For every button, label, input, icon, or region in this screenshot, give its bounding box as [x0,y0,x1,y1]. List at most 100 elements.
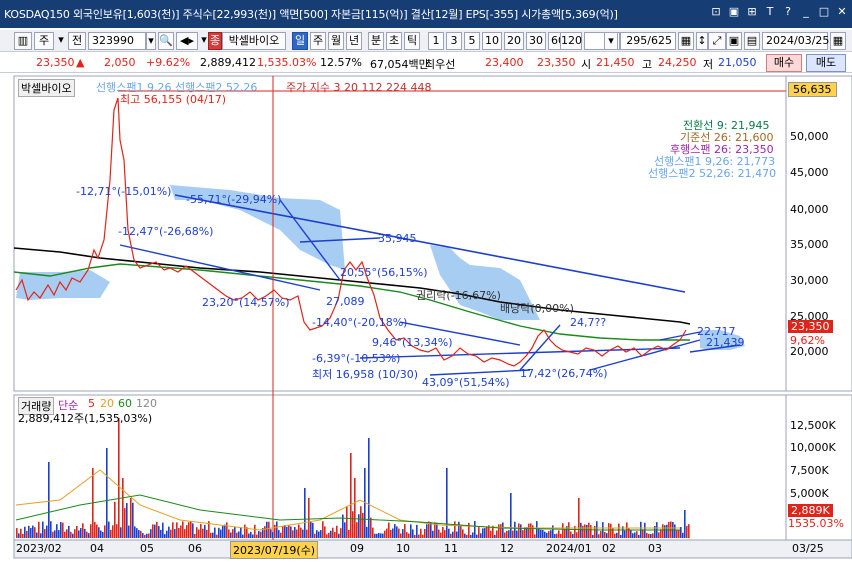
volume-bar [202,528,204,538]
volume-bar [542,529,544,538]
volume-bar [174,529,176,538]
volume-bar [686,526,688,538]
volume-bar [554,534,556,538]
x-label-03: 03 [648,542,662,555]
annotation-high: 최고 56,155 (04/17) [120,93,227,106]
volume-bar [302,529,304,538]
volume-bar [116,524,118,538]
volume-bar [380,533,382,538]
annotation-9: 배당락(0,00%) [500,302,574,315]
volume-bar [564,529,566,538]
volume-bar [338,533,340,538]
volume-bar [24,526,26,538]
volume-bar [162,522,164,538]
volume-bar [530,523,532,538]
volume-bar [546,532,548,538]
volume-bar [372,527,374,538]
volume-bar [238,531,240,538]
volume-bar [536,521,538,538]
volume-bar [684,510,686,538]
right-price-label: 23,350 [788,320,833,333]
volume-bar [236,532,238,538]
volume-bar [532,525,534,538]
annotation-10: -14,40°(-20,18%) [312,316,408,329]
volume-bar [580,522,582,538]
volume-bar [308,498,310,538]
volume-bar [388,522,390,538]
right-top-value: 56,635 [788,82,837,97]
volume-bar [550,530,552,538]
volume-bar [264,526,266,538]
volume-bar [478,527,480,538]
volume-bar [634,532,636,538]
x-label-12: 12 [500,542,514,555]
x-label-2024-01: 2024/01 [546,542,592,555]
volume-bar [268,521,270,538]
volume-bar [328,532,330,538]
volume-bar [330,530,332,538]
volume-bar [300,527,302,538]
volume-bar [112,525,114,538]
volume-bar [384,530,386,538]
volume-bar [452,531,454,538]
volume-bar [590,525,592,538]
annotation-8: 권리락(-16,67%) [416,289,501,302]
volume-bar [520,524,522,538]
volume-bar [214,527,216,538]
volume-bar [144,534,146,538]
volume-bar [426,524,428,538]
volume-bar [284,525,286,538]
volume-bar [170,529,172,538]
volume-bar [568,522,570,538]
volume-bar [134,526,136,538]
volume-bar [636,531,638,538]
volume-bar [188,522,190,538]
annotation-5: 23,20°(14,57%) [202,296,290,309]
annotation-3: -55,71°(-29,94%) [186,193,282,206]
volume-bar [68,525,70,538]
volume-bar [168,526,170,538]
volume-bar [664,525,666,538]
y-tick-45000: 45,000 [790,166,829,179]
x-label-end-date: 03/25 [792,542,824,555]
volume-bar [606,533,608,538]
annotation-low: 최저 16,958 (10/30) [312,368,419,381]
volume-bar [408,533,410,538]
x-label-2023-02: 2023/02 [16,542,62,555]
volume-bar [130,498,132,538]
volume-bar [454,521,456,538]
volume-bar [336,525,338,538]
volume-bar [200,524,202,538]
volume-bar [578,498,580,538]
volume-bar [418,534,420,538]
volume-bar [412,529,414,538]
annotation-6: 27,089 [326,295,365,308]
volume-bar [506,530,508,538]
volume-bar [354,478,356,538]
volume-bar [378,532,380,538]
volume-bar [646,532,648,538]
volume-bar [242,534,244,538]
volume-bar [298,524,300,538]
volume-bar [502,522,504,538]
volume-bar [82,523,84,538]
annotation-13: 43,09°(51,54%) [422,376,510,389]
volume-bar [98,527,100,538]
volume-bar [362,512,364,538]
legend-leading-span-2: 선행스팬2 52,26: 21,470 [648,167,777,180]
volume-bar [292,530,294,538]
volume-bar [52,531,54,538]
volume-bar [514,521,516,538]
volume-bar [58,530,60,538]
volume-bar [416,524,418,538]
volume-bar [444,530,446,538]
volume-bar [226,522,228,538]
volume-bar [66,529,68,538]
annotation-17: 17,42°(26,74%) [520,367,608,380]
volume-bar [450,533,452,538]
volume-bar [138,530,140,538]
volume-bar [518,523,520,538]
volume-bar [180,525,182,538]
volume-bar [186,525,188,538]
volume-bar [406,532,408,538]
